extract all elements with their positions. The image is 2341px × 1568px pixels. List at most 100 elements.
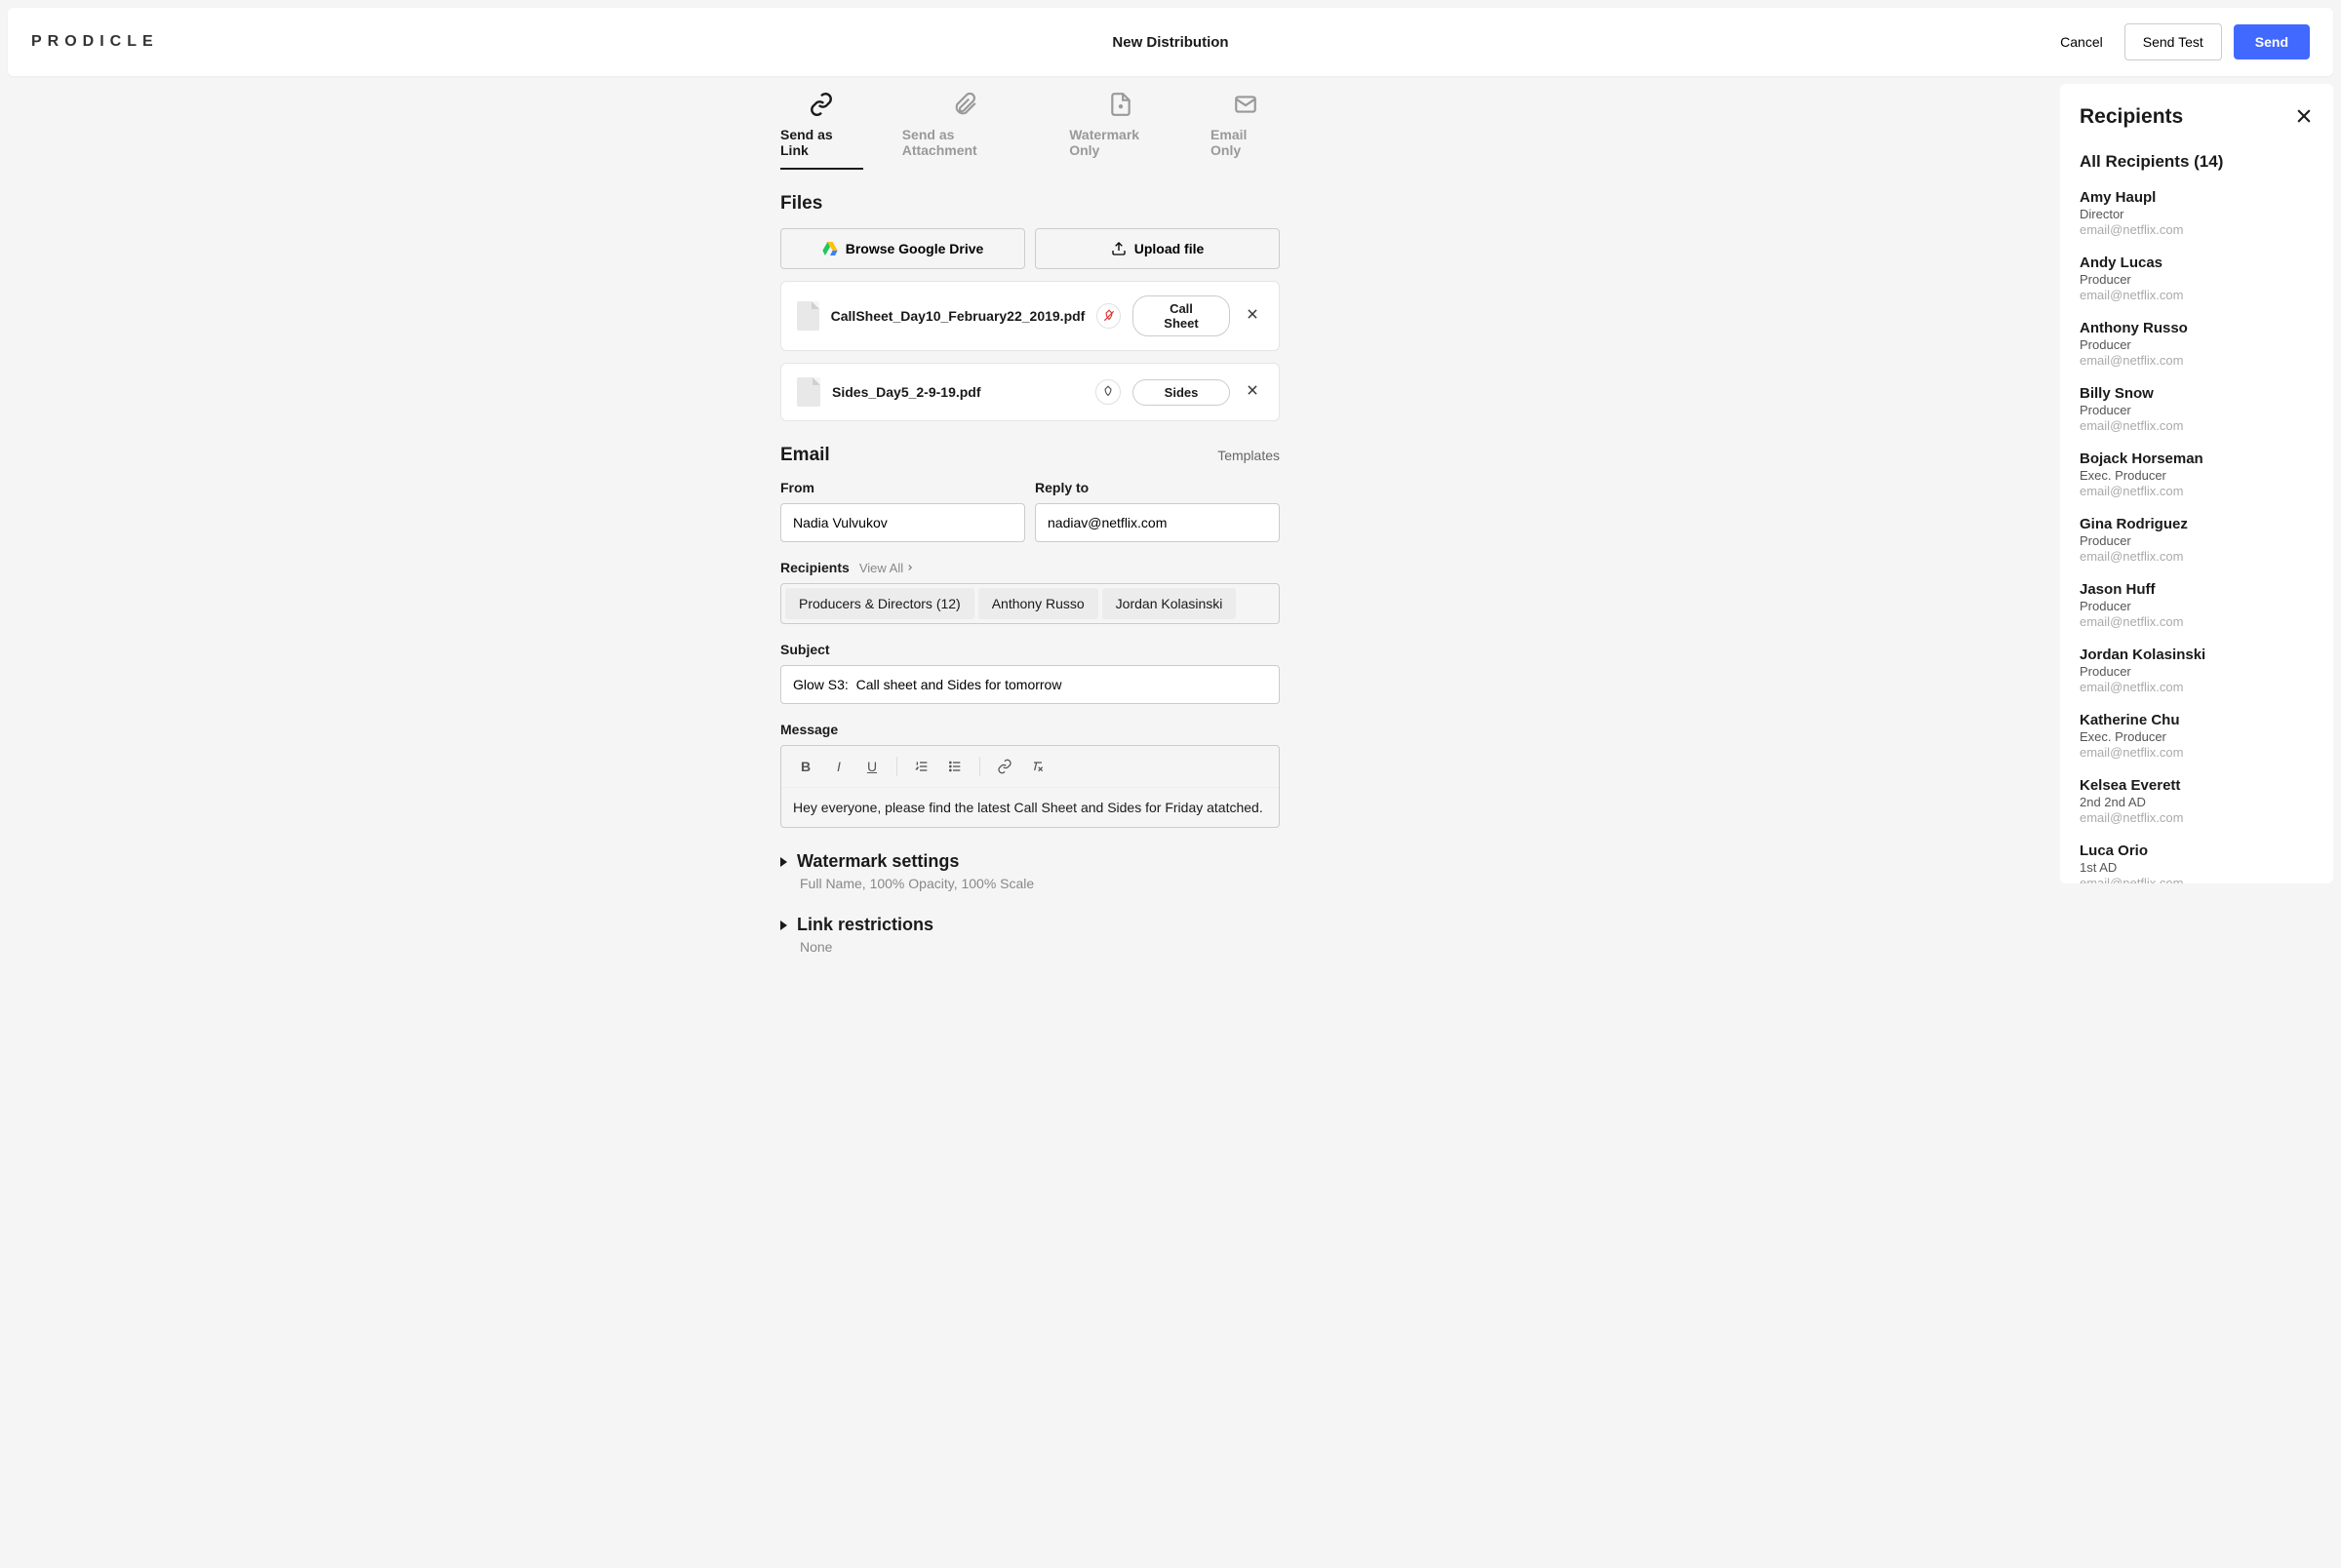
- recipient-item[interactable]: Amy HauplDirectoremail@netflix.com: [2080, 189, 2314, 237]
- tabs: Send as Link Send as Attachment Watermar…: [780, 92, 1280, 170]
- link-restrictions-title: Link restrictions: [797, 915, 933, 935]
- view-all-text: View All: [859, 561, 903, 575]
- recipient-item[interactable]: Kelsea Everett2nd 2nd ADemail@netflix.co…: [2080, 777, 2314, 825]
- recipient-item[interactable]: Andy LucasProduceremail@netflix.com: [2080, 255, 2314, 302]
- bold-button[interactable]: B: [791, 752, 820, 781]
- triangle-right-icon: [780, 921, 787, 930]
- recipient-role: Producer: [2080, 403, 2314, 417]
- google-drive-icon: [822, 242, 838, 255]
- link-icon: [809, 92, 834, 117]
- message-label: Message: [780, 722, 1280, 737]
- recipient-item[interactable]: Billy SnowProduceremail@netflix.com: [2080, 385, 2314, 433]
- ordered-list-button[interactable]: [907, 752, 936, 781]
- recipient-name: Luca Orio: [2080, 843, 2314, 859]
- separator: [896, 757, 897, 776]
- close-icon: [2294, 106, 2314, 126]
- link-restrictions-section: Link restrictions None: [780, 915, 1280, 955]
- tab-send-as-attachment[interactable]: Send as Attachment: [902, 92, 1031, 170]
- recipient-chip[interactable]: Jordan Kolasinski: [1102, 588, 1237, 619]
- recipient-chip[interactable]: Anthony Russo: [978, 588, 1098, 619]
- tab-email-only[interactable]: Email Only: [1210, 92, 1280, 170]
- watermark-settings-toggle[interactable]: Watermark settings: [780, 851, 1280, 872]
- tab-send-as-link[interactable]: Send as Link: [780, 92, 863, 170]
- tab-label: Send as Attachment: [902, 127, 1031, 158]
- remove-file-button[interactable]: [1242, 307, 1263, 326]
- cancel-button[interactable]: Cancel: [2050, 26, 2113, 58]
- unordered-list-button[interactable]: [940, 752, 970, 781]
- subject-input[interactable]: [780, 665, 1280, 704]
- panel-title: Recipients: [2080, 105, 2183, 129]
- recipient-item[interactable]: Jordan KolasinskiProduceremail@netflix.c…: [2080, 647, 2314, 694]
- recipient-email: email@netflix.com: [2080, 876, 2314, 883]
- separator: [979, 757, 980, 776]
- email-icon: [1233, 92, 1258, 117]
- recipients-label: Recipients: [780, 560, 850, 575]
- recipient-role: 1st AD: [2080, 860, 2314, 875]
- browse-google-drive-button[interactable]: Browse Google Drive: [780, 228, 1025, 269]
- upload-file-button[interactable]: Upload file: [1035, 228, 1280, 269]
- recipients-input[interactable]: Producers & Directors (12) Anthony Russo…: [780, 583, 1280, 624]
- send-button[interactable]: Send: [2234, 24, 2310, 59]
- recipient-role: Producer: [2080, 533, 2314, 548]
- recipient-email: email@netflix.com: [2080, 418, 2314, 433]
- from-label: From: [780, 480, 1025, 495]
- close-panel-button[interactable]: [2294, 106, 2314, 129]
- insert-link-button[interactable]: [990, 752, 1019, 781]
- recipient-role: Producer: [2080, 337, 2314, 352]
- paperclip-icon: [953, 92, 978, 117]
- recipient-item[interactable]: Jason HuffProduceremail@netflix.com: [2080, 581, 2314, 629]
- watermark-disabled-icon[interactable]: [1096, 303, 1121, 329]
- page-title: New Distribution: [1112, 34, 1228, 51]
- tab-watermark-only[interactable]: Watermark Only: [1069, 92, 1171, 170]
- recipient-item[interactable]: Gina RodriguezProduceremail@netflix.com: [2080, 516, 2314, 564]
- underline-button[interactable]: U: [857, 752, 887, 781]
- recipient-item[interactable]: Luca Orio1st ADemail@netflix.com: [2080, 843, 2314, 883]
- reply-to-input[interactable]: [1035, 503, 1280, 542]
- clear-formatting-button[interactable]: [1023, 752, 1052, 781]
- recipient-role: Director: [2080, 207, 2314, 221]
- tab-label: Watermark Only: [1069, 127, 1171, 158]
- watermark-icon[interactable]: [1095, 379, 1121, 405]
- recipient-email: email@netflix.com: [2080, 222, 2314, 237]
- remove-file-button[interactable]: [1242, 383, 1263, 402]
- recipient-name: Bojack Horseman: [2080, 451, 2314, 467]
- recipients-list: Amy HauplDirectoremail@netflix.com Andy L…: [2080, 189, 2314, 883]
- recipient-name: Jordan Kolasinski: [2080, 647, 2314, 663]
- upload-icon: [1111, 241, 1127, 256]
- recipient-email: email@netflix.com: [2080, 353, 2314, 368]
- italic-button[interactable]: I: [824, 752, 853, 781]
- files-title: Files: [780, 193, 1280, 215]
- file-icon: [797, 301, 819, 331]
- file-icon: [797, 377, 820, 407]
- file-name: CallSheet_Day10_February22_2019.pdf: [831, 308, 1086, 324]
- watermark-settings-title: Watermark settings: [797, 851, 959, 872]
- templates-link[interactable]: Templates: [1217, 448, 1280, 463]
- recipient-chip[interactable]: Producers & Directors (12): [785, 588, 974, 619]
- file-type-pill[interactable]: Sides: [1132, 379, 1230, 406]
- reply-to-label: Reply to: [1035, 480, 1280, 495]
- logo: PRODICLE: [31, 33, 159, 51]
- triangle-right-icon: [780, 857, 787, 867]
- send-test-button[interactable]: Send Test: [2124, 23, 2222, 60]
- document-icon: [1108, 92, 1133, 117]
- email-title: Email: [780, 445, 830, 466]
- message-body[interactable]: Hey everyone, please find the latest Cal…: [781, 788, 1279, 827]
- file-type-pill[interactable]: Call Sheet: [1132, 295, 1230, 336]
- link-restrictions-toggle[interactable]: Link restrictions: [780, 915, 1280, 935]
- chevron-right-icon: [905, 563, 915, 572]
- header-actions: Cancel Send Test Send: [2050, 23, 2310, 60]
- recipient-item[interactable]: Katherine ChuExec. Produceremail@netflix…: [2080, 712, 2314, 760]
- recipient-role: 2nd 2nd AD: [2080, 795, 2314, 809]
- recipient-role: Producer: [2080, 664, 2314, 679]
- recipient-item[interactable]: Bojack HorsemanExec. Produceremail@netfl…: [2080, 451, 2314, 498]
- recipient-email: email@netflix.com: [2080, 614, 2314, 629]
- view-all-link[interactable]: View All: [859, 561, 915, 575]
- panel-subtitle: All Recipients (14): [2080, 152, 2314, 172]
- recipient-name: Gina Rodriguez: [2080, 516, 2314, 532]
- from-input[interactable]: [780, 503, 1025, 542]
- message-editor: B I U: [780, 745, 1280, 828]
- link-restrictions-summary: None: [800, 939, 1280, 955]
- recipient-role: Exec. Producer: [2080, 468, 2314, 483]
- recipient-item[interactable]: Anthony RussoProduceremail@netflix.com: [2080, 320, 2314, 368]
- recipient-email: email@netflix.com: [2080, 549, 2314, 564]
